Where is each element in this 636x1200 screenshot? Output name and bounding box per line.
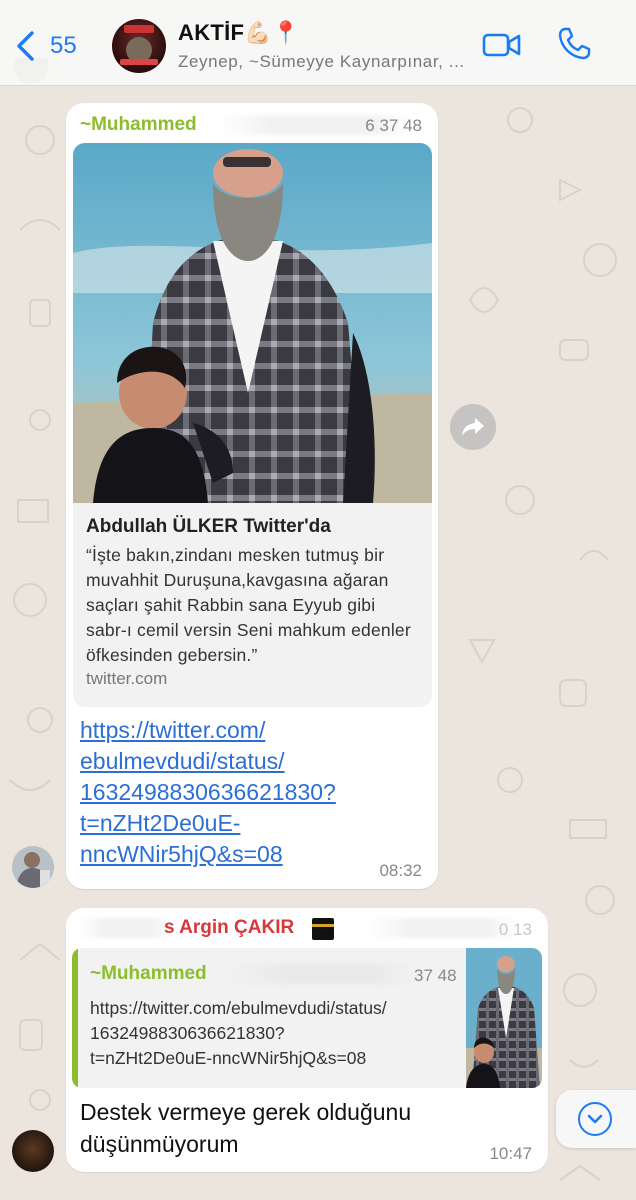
message-line: Destek vermeye gerek olduğunu [80, 1099, 412, 1125]
back-button[interactable]: 55 [14, 28, 77, 64]
preview-image [73, 143, 432, 503]
quoted-time: 37 48 [414, 966, 457, 985]
quoted-text-line: 1632498830636621830? [90, 1023, 285, 1043]
group-avatar[interactable] [112, 19, 166, 73]
quoted-thumbnail [466, 948, 542, 1088]
scroll-to-bottom-button[interactable] [556, 1090, 636, 1148]
redacted-phone [232, 964, 412, 984]
quoted-text: https://twitter.com/ebulmevdudi/status/ … [90, 996, 450, 1071]
avatar[interactable] [12, 846, 54, 888]
chevron-down-icon [578, 1102, 612, 1136]
redacted-phone [366, 918, 516, 938]
quoted-message[interactable]: ~Muhammed 37 48 https://twitter.com/ebul… [72, 948, 542, 1088]
link-line: t=nZHt2De0uE- [80, 810, 241, 836]
unread-count: 55 [50, 32, 77, 59]
avatar[interactable] [12, 1130, 54, 1172]
video-call-icon[interactable] [482, 30, 522, 60]
message-bubble[interactable]: s Argin ÇAKIR 0 13 ~Muhammed 37 48 https… [66, 908, 548, 1172]
group-title: AKTİF💪🏻📍 [178, 20, 300, 45]
message-text: Destek vermeye gerek olduğunu düşünmüyor… [80, 1096, 460, 1160]
sender-time: 6 37 48 [365, 116, 422, 135]
redacted-phone [78, 918, 168, 938]
link-line: https://twitter.com/ [80, 717, 266, 743]
message-link[interactable]: https://twitter.com/ ebulmevdudi/status/… [80, 715, 400, 870]
chevron-left-icon [17, 31, 34, 61]
phone-icon[interactable] [556, 26, 592, 62]
link-preview-title: Abdullah ÜLKER Twitter'da [86, 516, 331, 537]
sender-prefix: s [164, 917, 175, 938]
message-bubble[interactable]: ~Muhammed 6 37 48 Abdullah ÜLKER Twitter… [66, 103, 438, 889]
link-line: 1632498830636621830? [80, 779, 336, 805]
sender-name-text: Argin ÇAKIR [179, 917, 295, 938]
quote-bar [72, 948, 78, 1088]
sender-name: s Argin ÇAKIR [164, 917, 294, 939]
quoted-sender: ~Muhammed [90, 963, 207, 984]
message-time: 08:32 [379, 861, 422, 880]
quoted-text-line: https://twitter.com/ebulmevdudi/status/ [90, 998, 387, 1018]
kaaba-emoji [312, 918, 334, 940]
chat-header: 55 AKTİF💪🏻📍 Zeynep, ~Sümeyye Kaynarpınar… [0, 0, 636, 86]
forward-button[interactable] [450, 404, 496, 450]
link-line: ebulmevdudi/status/ [80, 748, 285, 774]
link-preview-description: “İşte bakın,zindanı mesken tutmuş bir mu… [86, 545, 411, 665]
sender-time: 0 13 [498, 920, 532, 939]
message-time: 10:47 [489, 1144, 532, 1163]
sender-name: ~Muhammed [80, 114, 197, 135]
quoted-text-line: t=nZHt2De0uE-nncWNir5hjQ&s=08 [90, 1048, 367, 1068]
group-info[interactable]: AKTİF💪🏻📍 Zeynep, ~Sümeyye Kaynarpınar, .… [178, 20, 478, 72]
link-preview-domain: twitter.com [86, 669, 168, 688]
message-line: düşünmüyorum [80, 1131, 239, 1157]
forward-icon [462, 418, 484, 436]
link-line: nncWNir5hjQ&s=08 [80, 841, 283, 867]
group-members: Zeynep, ~Sümeyye Kaynarpınar, ... [178, 52, 465, 71]
link-preview-card[interactable]: Abdullah ÜLKER Twitter'da “İşte bakın,zi… [73, 143, 432, 707]
